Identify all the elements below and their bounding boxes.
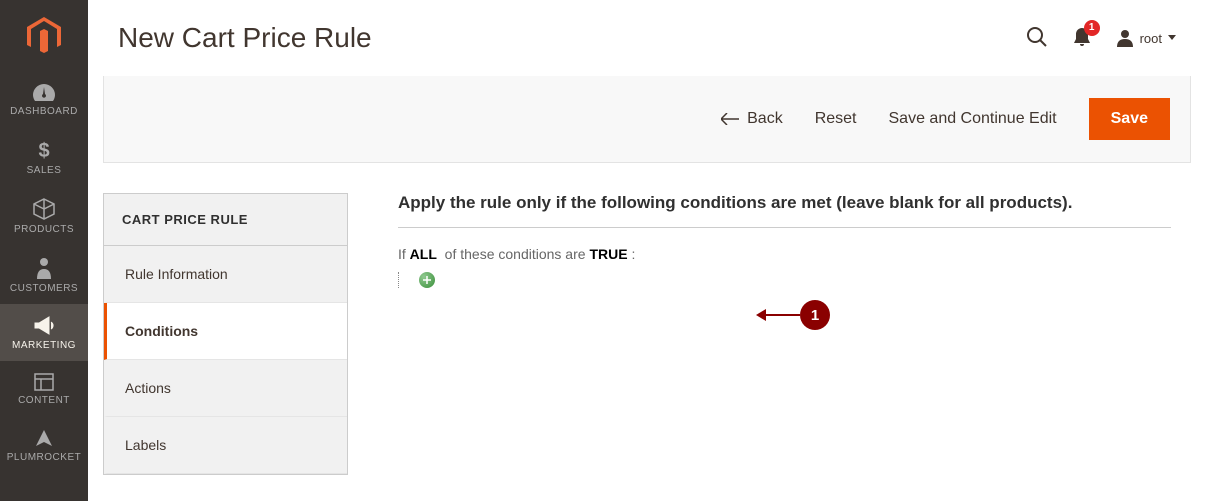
cond-text: If bbox=[398, 246, 410, 262]
save-button[interactable]: Save bbox=[1089, 98, 1170, 140]
cond-value[interactable]: TRUE bbox=[589, 246, 627, 262]
condition-root: If ALL of these conditions are TRUE : bbox=[398, 246, 1171, 262]
megaphone-icon bbox=[33, 316, 55, 336]
sidebar-label: SALES bbox=[27, 165, 62, 176]
save-continue-button[interactable]: Save and Continue Edit bbox=[889, 110, 1057, 128]
layout-icon bbox=[34, 373, 54, 391]
sidebar-label: PLUMROCKET bbox=[7, 452, 81, 463]
sidebar-item-products[interactable]: PRODUCTS bbox=[0, 186, 88, 245]
search-icon bbox=[1026, 26, 1048, 48]
content-area: CART PRICE RULE Rule Information Conditi… bbox=[88, 163, 1206, 475]
arrow-head-icon bbox=[756, 309, 766, 321]
panel-title: Apply the rule only if the following con… bbox=[398, 193, 1171, 228]
tab-conditions[interactable]: Conditions bbox=[104, 303, 347, 360]
chevron-down-icon bbox=[1168, 35, 1176, 41]
dashboard-icon bbox=[33, 84, 55, 102]
save-label: Save bbox=[1111, 110, 1148, 127]
arrow-left-icon bbox=[721, 113, 739, 125]
conditions-panel: Apply the rule only if the following con… bbox=[398, 193, 1191, 475]
magento-logo[interactable] bbox=[0, 0, 88, 72]
reset-button[interactable]: Reset bbox=[815, 110, 857, 128]
tab-label: Conditions bbox=[125, 323, 198, 339]
add-condition-button[interactable] bbox=[419, 272, 435, 288]
sidebar-item-marketing[interactable]: MARKETING bbox=[0, 304, 88, 361]
callout-number: 1 bbox=[800, 300, 830, 330]
sidebar-item-content[interactable]: CONTENT bbox=[0, 361, 88, 416]
main-content: New Cart Price Rule 1 root Back Reset S bbox=[88, 0, 1206, 501]
tab-actions[interactable]: Actions bbox=[104, 360, 347, 417]
user-icon bbox=[1116, 29, 1134, 47]
svg-text:$: $ bbox=[38, 140, 49, 161]
user-name: root bbox=[1140, 31, 1162, 46]
sidebar-label: DASHBOARD bbox=[10, 106, 78, 117]
plus-icon bbox=[422, 275, 432, 285]
reset-label: Reset bbox=[815, 110, 857, 128]
notifications-button[interactable]: 1 bbox=[1072, 26, 1092, 51]
arrow-line bbox=[766, 314, 800, 316]
user-menu[interactable]: root bbox=[1116, 29, 1176, 47]
back-button[interactable]: Back bbox=[721, 110, 783, 128]
tab-rule-information[interactable]: Rule Information bbox=[104, 246, 347, 303]
save-continue-label: Save and Continue Edit bbox=[889, 110, 1057, 128]
page-header: New Cart Price Rule 1 root bbox=[88, 0, 1206, 76]
back-label: Back bbox=[747, 110, 783, 128]
dollar-icon: $ bbox=[37, 139, 51, 161]
sidebar-label: PRODUCTS bbox=[14, 224, 74, 235]
tab-label: Labels bbox=[125, 437, 166, 453]
sidebar-item-dashboard[interactable]: DASHBOARD bbox=[0, 72, 88, 127]
cond-aggregator[interactable]: ALL bbox=[410, 246, 437, 262]
cond-text: of these conditions are bbox=[441, 246, 590, 262]
sidebar-label: CUSTOMERS bbox=[10, 283, 78, 294]
admin-sidebar: DASHBOARD $ SALES PRODUCTS CUSTOMERS MAR… bbox=[0, 0, 88, 501]
plumrocket-icon bbox=[34, 428, 54, 448]
search-button[interactable] bbox=[1026, 26, 1048, 51]
cube-icon bbox=[33, 198, 55, 220]
person-icon bbox=[36, 257, 52, 279]
page-title: New Cart Price Rule bbox=[118, 22, 372, 54]
header-actions: 1 root bbox=[1026, 26, 1176, 51]
sidebar-label: CONTENT bbox=[18, 395, 70, 406]
tab-labels[interactable]: Labels bbox=[104, 417, 347, 474]
sidebar-item-plumrocket[interactable]: PLUMROCKET bbox=[0, 416, 88, 473]
sidebar-item-sales[interactable]: $ SALES bbox=[0, 127, 88, 186]
action-bar: Back Reset Save and Continue Edit Save bbox=[103, 76, 1191, 163]
sidebar-label: MARKETING bbox=[12, 340, 76, 351]
tab-label: Rule Information bbox=[125, 266, 228, 282]
cond-text: : bbox=[628, 246, 636, 262]
sidebar-item-customers[interactable]: CUSTOMERS bbox=[0, 245, 88, 304]
rule-tabs: CART PRICE RULE Rule Information Conditi… bbox=[103, 193, 348, 475]
tab-label: Actions bbox=[125, 380, 171, 396]
notification-count: 1 bbox=[1084, 20, 1100, 36]
condition-tree bbox=[398, 272, 1171, 288]
tabs-header: CART PRICE RULE bbox=[104, 194, 347, 246]
annotation-callout: 1 bbox=[756, 300, 830, 330]
